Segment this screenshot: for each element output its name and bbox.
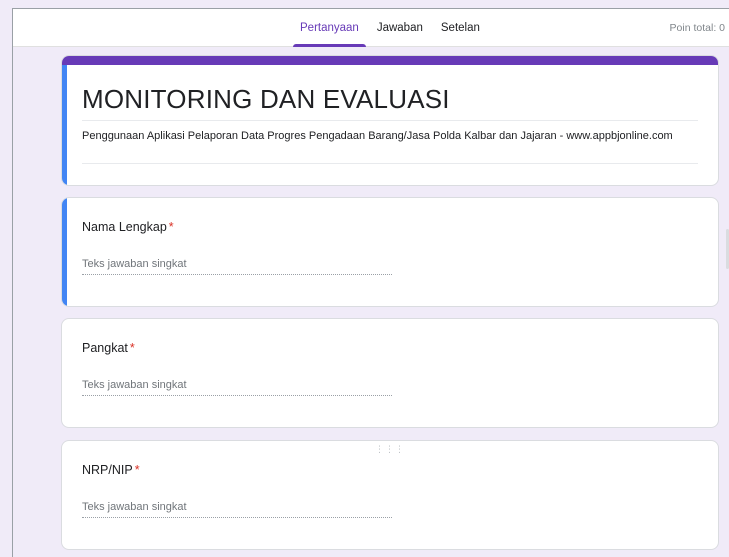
required-asterisk: *: [129, 341, 135, 355]
selected-indicator: [62, 198, 67, 306]
tab-responses[interactable]: Jawaban: [368, 9, 432, 47]
divider: [82, 163, 698, 164]
theme-color-bar: [62, 56, 718, 65]
question-title[interactable]: NRP/NIP *: [82, 463, 140, 477]
selected-indicator: [62, 65, 67, 185]
form-title-card[interactable]: MONITORING DAN EVALUASI Penggunaan Aplik…: [61, 55, 719, 186]
form-description[interactable]: Penggunaan Aplikasi Pelaporan Data Progr…: [82, 128, 682, 144]
question-card-pangkat[interactable]: Pangkat * Teks jawaban singkat: [61, 318, 719, 428]
form-title[interactable]: MONITORING DAN EVALUASI: [82, 84, 450, 115]
form-editor-frame: Pertanyaan Jawaban Setelan Poin total: 0…: [12, 8, 729, 557]
short-answer-field[interactable]: Teks jawaban singkat: [82, 258, 392, 275]
required-asterisk: *: [168, 220, 174, 234]
tab-settings[interactable]: Setelan: [432, 9, 489, 47]
question-title-text: NRP/NIP: [82, 463, 133, 477]
divider: [82, 120, 698, 121]
question-title-text: Nama Lengkap: [82, 220, 167, 234]
tab-questions[interactable]: Pertanyaan: [291, 9, 368, 47]
question-card-nrp-nip[interactable]: ⋮⋮⋮ NRP/NIP * Teks jawaban singkat: [61, 440, 719, 550]
total-points-label: Poin total: 0: [669, 22, 725, 34]
required-asterisk: *: [134, 463, 140, 477]
tab-bar: Pertanyaan Jawaban Setelan: [291, 9, 489, 47]
question-title[interactable]: Nama Lengkap *: [82, 220, 174, 234]
question-title[interactable]: Pangkat *: [82, 341, 135, 355]
drag-handle-icon[interactable]: ⋮⋮⋮: [375, 445, 405, 454]
short-answer-field[interactable]: Teks jawaban singkat: [82, 379, 392, 396]
question-card-nama-lengkap[interactable]: Nama Lengkap * Teks jawaban singkat: [61, 197, 719, 307]
top-header: Pertanyaan Jawaban Setelan Poin total: 0: [13, 9, 729, 47]
question-title-text: Pangkat: [82, 341, 128, 355]
short-answer-field[interactable]: Teks jawaban singkat: [82, 501, 392, 518]
